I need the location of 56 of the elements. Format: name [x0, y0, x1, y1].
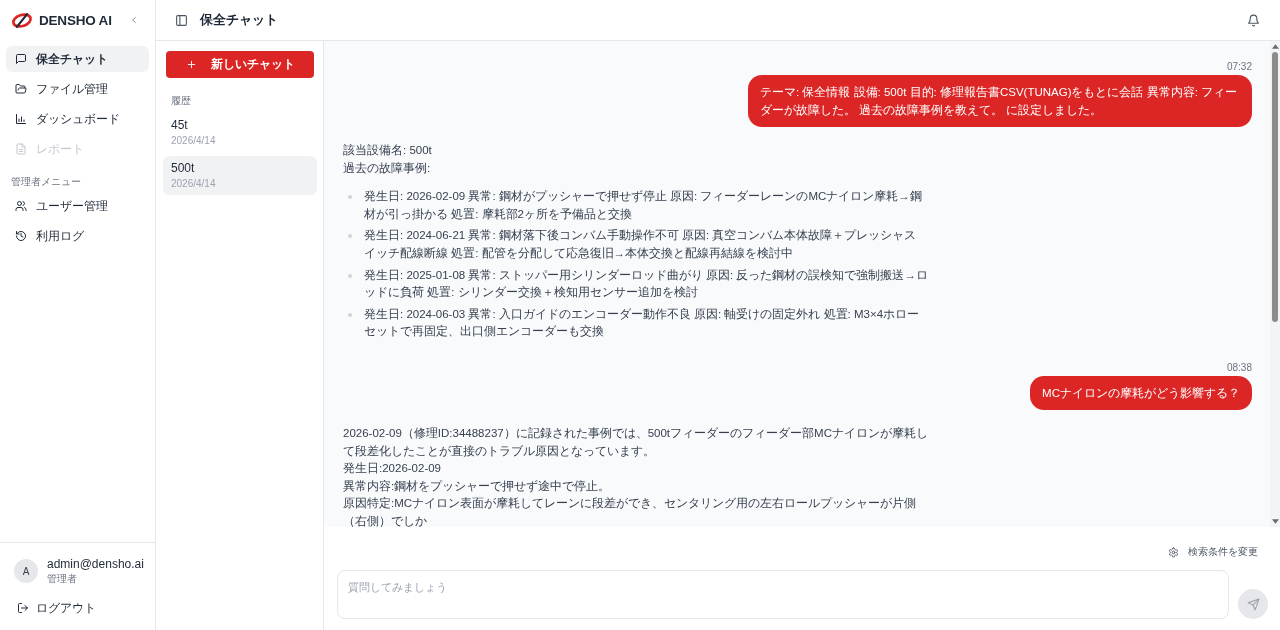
- users-icon: [15, 200, 27, 212]
- assistant-message-text: 該当設備名: 500t: [343, 143, 433, 158]
- chat-history-item[interactable]: 45t 2026/4/14: [163, 113, 317, 152]
- chevron-left-icon: [129, 15, 139, 25]
- list-item-text: 発生日: 2026-02-09 異常: 鋼材がプッシャーで押せず停止 原因: フィーダーレーンのMCナイロン摩耗→鋼材が引っ掛かる 処置: 摩耗部2ヶ所を予備品と交換: [364, 189, 923, 222]
- user-message: テーマ: 保全情報 設備: 500t 目的: 修理報告書CSV(TUNAG)をもとに会話 異常内容: フィーダーが故障した。 過去の故障事例を教えて。 に設定しました。: [748, 75, 1252, 127]
- list-item-text: 発生日: 2024-06-03 異常: 入口ガイドのエンコーダー動作不良 原因: 軸受けの固定外れ 処置: M3×4ホローセットで再固定、出口側エンコーダーも交換: [364, 306, 921, 340]
- bullet-icon: [348, 234, 352, 239]
- scroll-up-icon[interactable]: [1271, 44, 1279, 49]
- nav-item[interactable]: ファイル管理: [6, 76, 149, 102]
- user-email: admin@densho.ai: [47, 557, 144, 572]
- brand-name: DENSHO AI: [39, 12, 112, 28]
- bullet-icon: [348, 273, 352, 278]
- nav-item[interactable]: ダッシュボード: [6, 106, 149, 132]
- assistant-message-text: 2026-02-09（修理ID:34488237）に記録された事例では、500tフィーダーのフィーダー部MCナイロンが摩耗して段差化したことが直接のトラブル原因となっています。: [343, 425, 928, 460]
- bullet-icon: [348, 312, 352, 317]
- assistant-message-text: 原因特定:MCナイロン表面が摩耗してレーンに段差ができ、センタリング用の左右ロールプッシャーが片側（右側）でしか: [343, 496, 918, 527]
- assistant-message-text: 異常内容:鋼材をプッシャーで押せず途中で停止。: [343, 478, 612, 495]
- chat-bubble-icon: [15, 53, 27, 65]
- assistant-message-text: 過去の故障事例:: [343, 160, 432, 176]
- document-icon: [15, 143, 27, 155]
- user-avatar: A: [14, 559, 38, 583]
- toggle-panel-button[interactable]: [175, 13, 188, 27]
- scrollbar[interactable]: [1270, 41, 1280, 527]
- user-role: 管理者: [47, 572, 78, 585]
- assistant-message-text: 発生日:2026-02-09: [343, 461, 443, 477]
- bar-chart-icon: [15, 113, 27, 125]
- new-chat-button[interactable]: 新しいチャット: [166, 51, 314, 78]
- message-input[interactable]: 質問してみましょう: [337, 570, 1229, 619]
- search-settings-button[interactable]: 検索条件を変更: [1168, 542, 1258, 562]
- nav-item[interactable]: ユーザー管理: [6, 193, 149, 219]
- logout-button[interactable]: ログアウト: [6, 595, 149, 621]
- user-message: MCナイロンの摩耗がどう影響する？: [1030, 375, 1252, 410]
- settings-icon: [1168, 546, 1179, 558]
- scroll-down-icon[interactable]: [1271, 519, 1279, 524]
- message-time: 07:32: [1226, 61, 1252, 73]
- folder-icon: [15, 83, 27, 95]
- sidebar-panel-icon: [175, 13, 188, 27]
- chat-history-item[interactable]: 500t 2026/4/14: [163, 156, 317, 195]
- ring-logo-icon: [11, 11, 33, 29]
- nav-item[interactable]: 保全チャット: [6, 46, 149, 72]
- scrollbar-thumb[interactable]: [1272, 52, 1278, 322]
- nav-item[interactable]: 利用ログ: [6, 223, 149, 249]
- list-item-text: 発生日: 2024-06-21 異常: 鋼材落下後コンバム手動操作不可 原因: 真空コンバム本体故障＋プレッシャスイッチ配線断線 処置: 配管を分配して応急復旧→本体交換と配線再結線を検討中: [364, 228, 918, 261]
- section-label: 管理者メニュー: [10, 176, 82, 188]
- notifications-button[interactable]: [1247, 13, 1260, 27]
- bell-icon: [1247, 13, 1260, 27]
- send-icon: [1246, 597, 1260, 611]
- plus-icon: [185, 59, 197, 70]
- message-time: 08:38: [1226, 361, 1252, 374]
- page-title: 保全チャット: [200, 11, 278, 29]
- history-label: 履歴: [171, 95, 192, 107]
- logout-icon: [17, 602, 29, 614]
- bullet-icon: [348, 195, 352, 200]
- history-icon: [15, 230, 27, 242]
- list-item-text: 発生日: 2025-01-08 異常: ストッパー用シリンダーロッド曲がり 原因: 反った鋼材の誤検知で強制搬送→ロッドに負荷 処置: シリンダー交換＋検知用センサー追加を検討: [364, 267, 928, 301]
